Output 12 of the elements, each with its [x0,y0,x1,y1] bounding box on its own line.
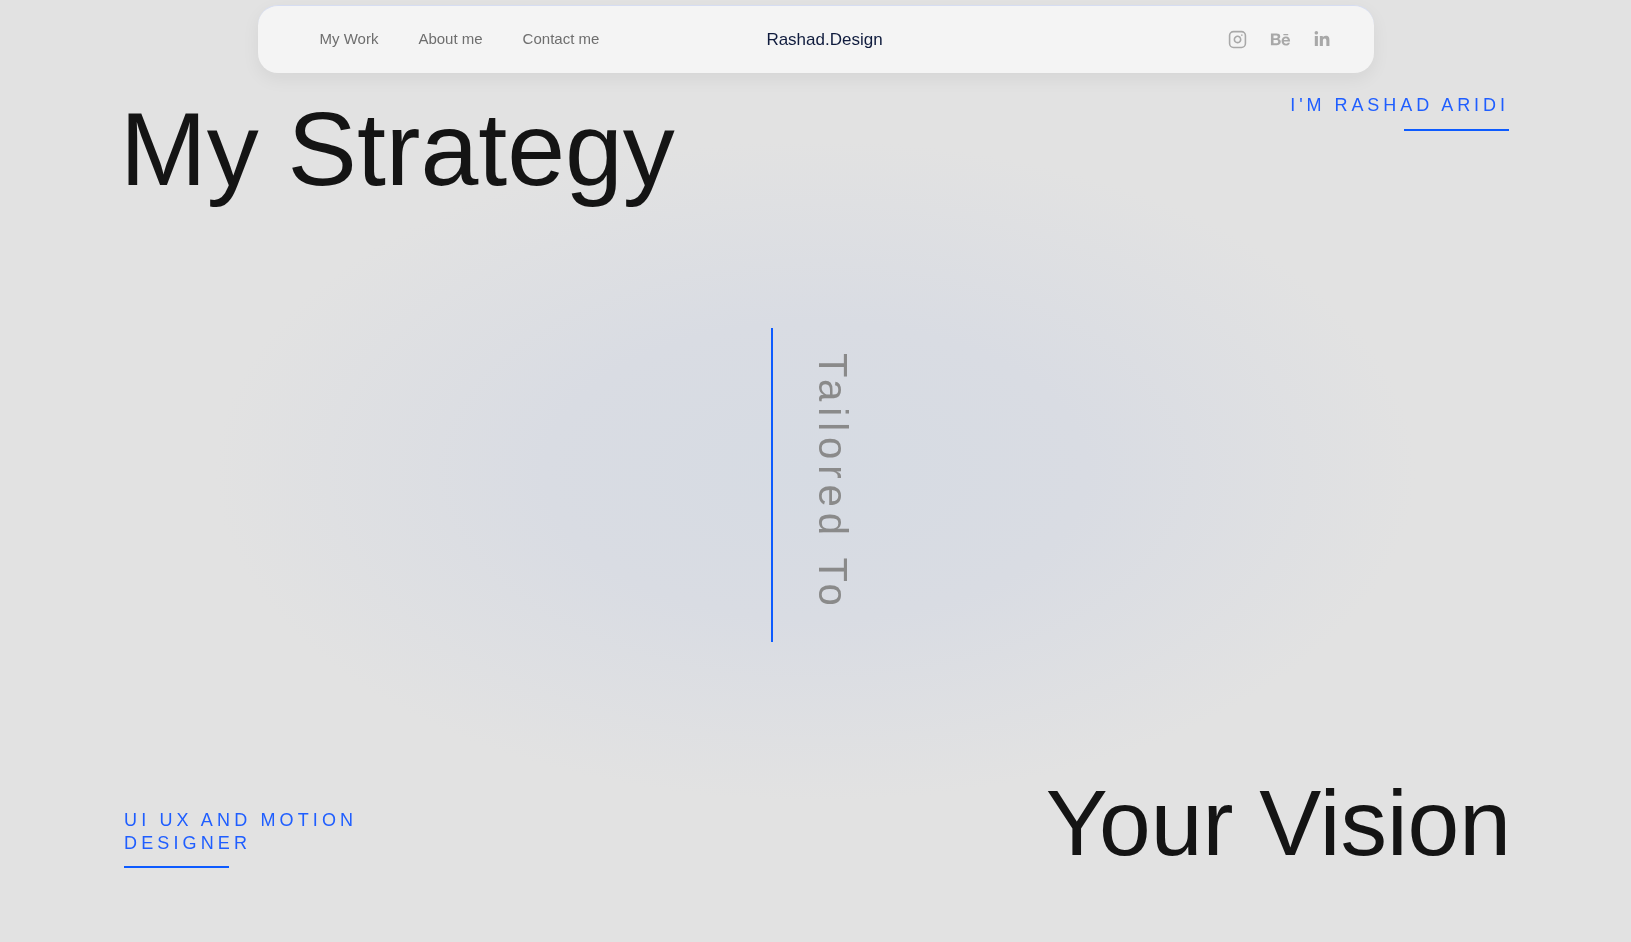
site-logo[interactable]: Rashad.Design [766,26,883,53]
page-subtitle: Your Vision [1045,769,1511,877]
linkedin-icon[interactable] [1313,31,1330,48]
nav-link[interactable]: About me [418,28,483,51]
nav-link[interactable]: My Work [319,28,379,51]
instagram-icon[interactable] [1227,30,1247,49]
behance-icon[interactable] [1268,31,1292,48]
page-title: My Strategy [120,90,675,209]
tagline: I'M RASHAD ARIDI [1290,94,1509,117]
vertical-caption: Tailored To [813,352,853,612]
role-label: UI UX AND MOTION DESIGNER [124,808,359,855]
nav-link[interactable]: Contact me [522,28,600,51]
